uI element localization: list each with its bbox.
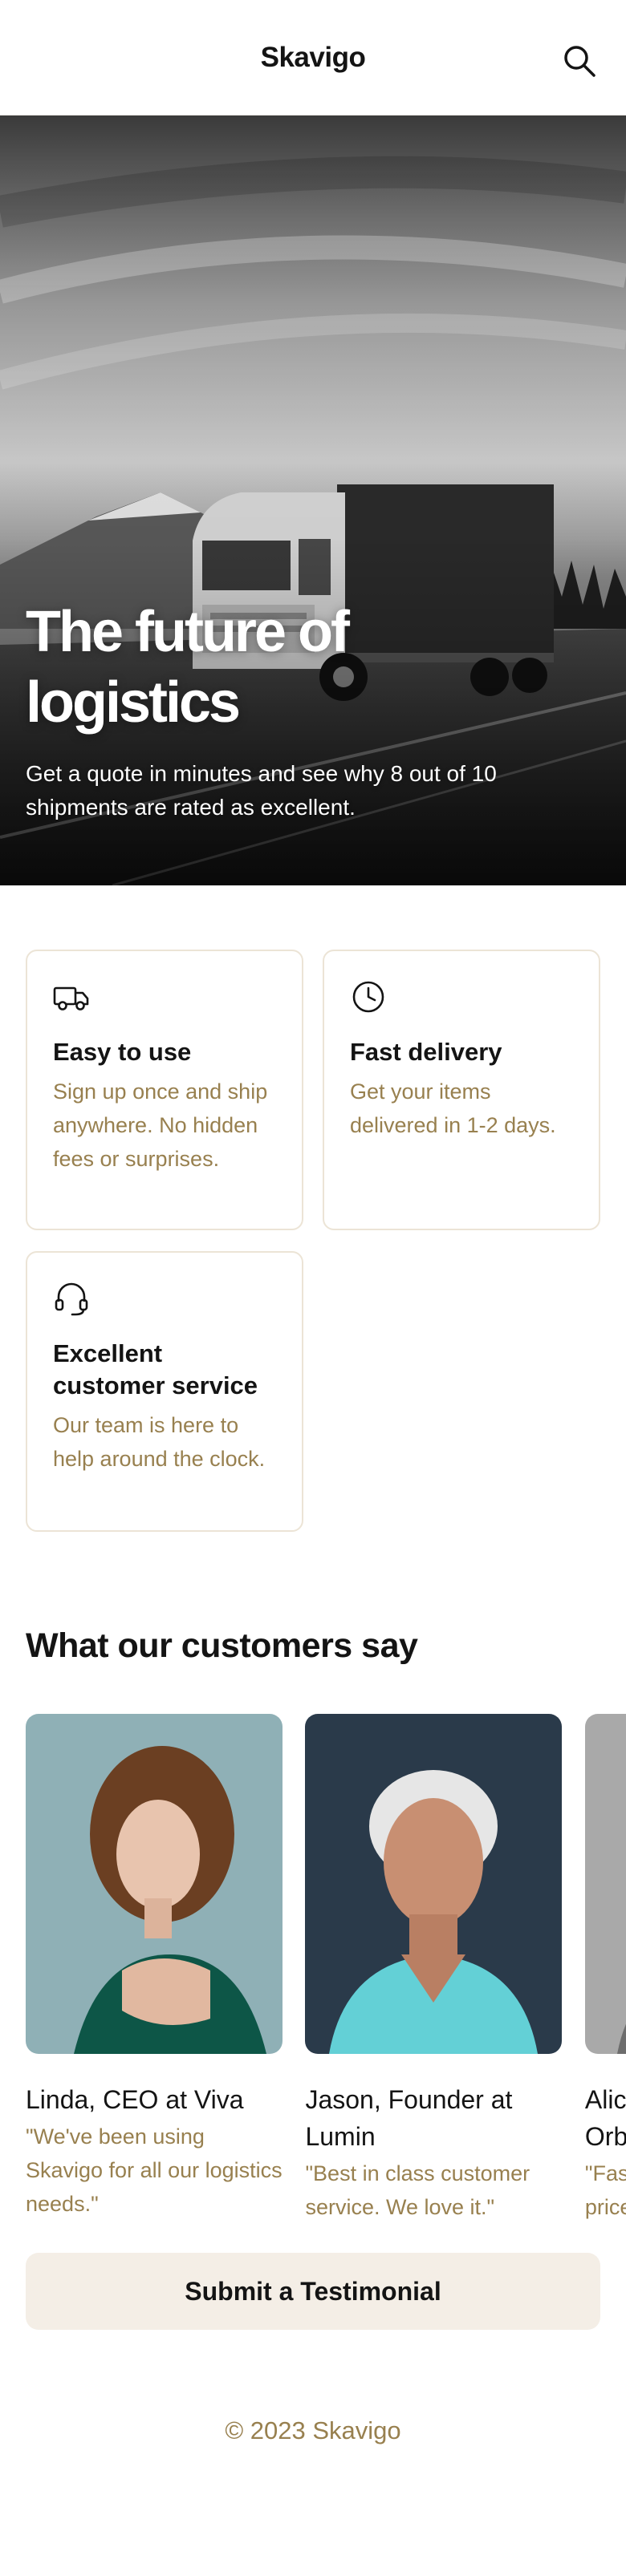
testimonial-quote: "Fast, reliable and the prices are great… [584, 2161, 626, 2219]
feature-card-easy-to-use: Easy to use Sign up once and ship anywhe… [26, 950, 303, 1230]
site-header: Skavigo [0, 0, 626, 115]
hero-banner: The future of logistics Get a quote in m… [0, 115, 626, 885]
hero-content: The future of logistics Get a quote in m… [26, 597, 600, 824]
feature-title: Easy to use [53, 1038, 192, 1066]
features-grid: Easy to use Sign up once and ship anywhe… [0, 885, 626, 1532]
feature-text: Our team is here to help around the cloc… [53, 1413, 266, 1471]
customer-photo [584, 1714, 626, 2054]
hero-title-line-2: logistics [26, 670, 241, 735]
testimonial-name: Alice, Manager at Orbit [584, 2085, 626, 2151]
brand-logo[interactable]: Skavigo [261, 42, 366, 74]
testimonials-carousel[interactable]: Linda, CEO at Viva "We've been using Ska… [26, 1714, 626, 2227]
customer-photo [26, 1714, 283, 2054]
testimonial-name: Jason, Founder at Lumin [305, 2085, 513, 2151]
footer-copyright: © 2023 Skavigo [225, 2416, 401, 2444]
testimonial-card: Linda, CEO at Viva "We've been using Ska… [26, 1714, 283, 2221]
feature-card-customer-service: Excellent customer service Our team is h… [26, 1251, 303, 1532]
testimonial-card: Jason, Founder at Lumin "Best in class c… [305, 1714, 563, 2224]
customer-photo [305, 1714, 563, 2054]
feature-card-fast-delivery: Fast delivery Get your items delivered i… [323, 950, 600, 1230]
hero-title-line-1: The future of [26, 600, 350, 664]
submit-testimonial-button[interactable]: Submit a Testimonial [26, 2253, 600, 2330]
testimonial-card: Alice, Manager at Orbit "Fast, reliable … [584, 1714, 626, 2227]
hero-subtitle: Get a quote in minutes and see why 8 out… [26, 761, 497, 820]
truck-icon [53, 986, 89, 1011]
feature-title: Fast delivery [350, 1038, 502, 1066]
hero-title: The future of logistics [26, 597, 600, 738]
clock-icon [352, 981, 384, 1013]
search-icon[interactable] [562, 43, 597, 79]
testimonial-quote: "We've been using Skavigo for all our lo… [26, 2124, 283, 2216]
testimonial-quote: "Best in class customer service. We love… [305, 2161, 530, 2219]
testimonials-heading: What our customers say [26, 1626, 418, 1665]
feature-title: Excellent customer service [53, 1339, 258, 1399]
headset-icon [55, 1282, 88, 1316]
feature-text: Sign up once and ship anywhere. No hidde… [53, 1079, 268, 1171]
testimonial-name: Linda, CEO at Viva [26, 2085, 244, 2114]
feature-text: Get your items delivered in 1-2 days. [350, 1079, 556, 1137]
